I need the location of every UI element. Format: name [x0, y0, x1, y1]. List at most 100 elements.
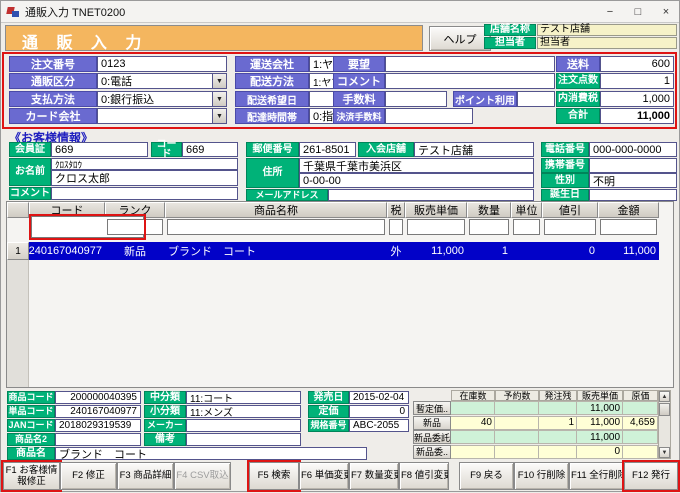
phone-field[interactable]: 000-000-0000	[589, 142, 677, 157]
row-name[interactable]: ブランド コート	[165, 242, 387, 260]
spec-no-label: 規格番号	[308, 419, 349, 432]
help-button[interactable]: ヘルプ	[429, 26, 491, 51]
stock-col-backorder: 発注残	[539, 390, 577, 401]
release-date-value: 2015-02-04	[349, 391, 409, 404]
ship-method-label: 配送方法	[235, 73, 309, 89]
price-entry-input[interactable]	[407, 219, 465, 235]
amount-entry-input[interactable]	[600, 219, 657, 235]
row-price[interactable]: 11,000	[405, 242, 467, 260]
f8-discount-change-button[interactable]: F8 値引変更	[399, 462, 449, 490]
row-qty[interactable]: 1	[467, 242, 511, 260]
address-line1-field[interactable]: 千葉県千葉市美浜区	[299, 158, 534, 173]
settle-fee-field[interactable]	[385, 108, 473, 124]
customer-comment-label: コメント	[9, 187, 51, 200]
scrollbar-thumb[interactable]	[659, 403, 670, 416]
gender-field[interactable]: 不明	[589, 173, 677, 188]
join-store-field[interactable]: テスト店舗	[414, 142, 534, 157]
customer-kana-field[interactable]: ｸﾛｽﾀﾛｳ	[51, 158, 238, 170]
f10-delete-row-button[interactable]: F10 行削除	[514, 462, 569, 490]
card-company-select[interactable]: ▼	[97, 108, 227, 124]
row-amount[interactable]: 11,000	[598, 242, 659, 260]
store-name-field: テスト店舗	[537, 24, 677, 36]
unit-entry-input[interactable]	[513, 219, 540, 235]
customer-comment-field[interactable]	[51, 187, 238, 200]
member-card-label: 会員証	[9, 142, 51, 157]
order-no-field[interactable]: 0123	[97, 56, 227, 72]
row-tax[interactable]: 外	[387, 242, 405, 260]
f3-item-detail-button[interactable]: F3 商品詳細	[117, 462, 174, 490]
fee-field[interactable]	[385, 91, 447, 107]
grid-col-amount: 金額	[598, 202, 659, 218]
f11-delete-all-button[interactable]: F11 全行削除	[569, 462, 624, 490]
payment-label: 支払方法	[9, 91, 97, 107]
f6-price-change-button[interactable]: F6 単価変更	[299, 462, 349, 490]
stock-row-label[interactable]: 新品委託	[413, 430, 451, 444]
chevron-down-icon[interactable]: ▼	[212, 92, 226, 106]
birthday-field[interactable]	[589, 189, 677, 201]
grid-col-price: 販売単価	[405, 202, 467, 218]
stock-cell: 40	[451, 416, 495, 430]
join-store-label: 入会店舗	[358, 142, 414, 157]
channel-select[interactable]: 0:電話 ▼	[97, 73, 227, 89]
f9-back-button[interactable]: F9 戻る	[459, 462, 514, 490]
channel-value: 0:電話	[101, 73, 132, 89]
f7-qty-change-button[interactable]: F7 数量変更	[349, 462, 399, 490]
stock-cell: 1	[539, 416, 577, 430]
row-code[interactable]: 240167040977	[29, 242, 105, 260]
member-card-field[interactable]: 669	[51, 142, 148, 157]
release-date-label: 発売日	[308, 391, 349, 404]
maximize-icon[interactable]: □	[631, 6, 645, 18]
f2-edit-button[interactable]: F2 修正	[60, 462, 117, 490]
f5-search-button[interactable]: F5 検索	[249, 462, 299, 490]
scroll-down-icon[interactable]: ▼	[659, 447, 670, 458]
zip-field[interactable]: 261-8501	[299, 142, 356, 157]
stock-cell	[451, 445, 495, 459]
minimize-icon[interactable]: −	[603, 6, 617, 18]
row-discount[interactable]: 0	[542, 242, 598, 260]
stock-row-label[interactable]: 新品	[413, 416, 451, 430]
wish-date-label: 配送希望日	[235, 91, 309, 107]
payment-select[interactable]: 0:銀行振込 ▼	[97, 91, 227, 107]
page-title: 通 販 入 力	[5, 25, 423, 51]
discount-entry-input[interactable]	[544, 219, 596, 235]
order-no-label: 注文番号	[9, 56, 97, 72]
row-unit[interactable]	[511, 242, 542, 260]
staff-label: 担当者	[484, 37, 536, 49]
comment-field[interactable]	[385, 73, 555, 89]
stock-row-label[interactable]: 新品委..	[413, 445, 451, 459]
f1-customer-edit-button[interactable]: F1 お客様情報修正	[3, 462, 60, 490]
payment-value: 0:銀行振込	[101, 91, 154, 107]
stock-cell: 4,659	[623, 416, 658, 430]
row-number: 1	[7, 242, 29, 260]
customer-code-label: コード	[151, 142, 182, 157]
mobile-field[interactable]	[589, 158, 677, 173]
list-price-value: 0	[349, 405, 409, 418]
mid-class-value: 11:コート	[186, 391, 301, 404]
stock-cell	[539, 401, 577, 415]
note-value	[186, 433, 301, 446]
address-line2-field[interactable]: 0-00-00	[299, 173, 534, 188]
chevron-down-icon[interactable]: ▼	[212, 74, 226, 88]
customer-code-field[interactable]: 669	[182, 142, 238, 157]
close-icon[interactable]: ×	[659, 6, 673, 18]
customer-name-field[interactable]: クロス太郎	[51, 170, 238, 186]
jan-code-value: 2018029319539	[55, 419, 141, 432]
stock-row-label[interactable]: 暫定価..	[413, 401, 451, 415]
rank-entry-input[interactable]	[107, 219, 163, 235]
stock-col-cost: 原価	[623, 390, 658, 401]
point-use-field[interactable]	[517, 91, 555, 107]
name-entry-input[interactable]	[167, 219, 385, 235]
f12-issue-button[interactable]: F12 発行	[624, 462, 678, 490]
row-rank[interactable]: 新品	[105, 242, 165, 260]
tax-entry-input[interactable]	[389, 219, 403, 235]
scroll-up-icon[interactable]: ▲	[659, 391, 670, 402]
grid-col-discount: 値引	[542, 202, 598, 218]
f4-csv-import-button[interactable]: F4 CSV取込	[174, 462, 231, 490]
request-field[interactable]	[385, 56, 555, 72]
chevron-down-icon[interactable]: ▼	[212, 109, 226, 123]
request-label: 要望	[333, 56, 385, 72]
stock-cell	[451, 401, 495, 415]
qty-entry-input[interactable]	[469, 219, 509, 235]
email-field[interactable]	[328, 189, 534, 201]
stock-scrollbar[interactable]: ▲ ▼	[658, 390, 671, 459]
